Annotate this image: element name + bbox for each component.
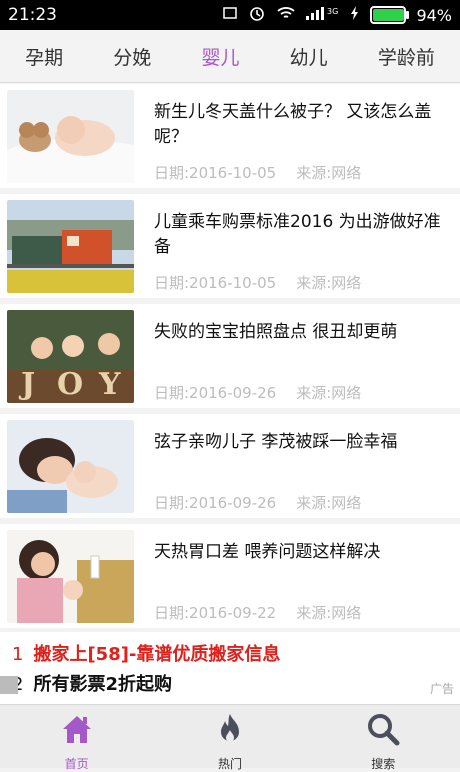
- nav-home[interactable]: 首页: [27, 705, 127, 771]
- nav-search-label: 搜索: [371, 757, 396, 771]
- flame-icon: [212, 711, 248, 751]
- ad-text: 所有影票2折起购: [33, 674, 172, 695]
- article-title: 失败的宝宝拍照盘点 很丑却更萌: [154, 322, 398, 342]
- tab-pregnancy[interactable]: 孕期: [25, 43, 63, 70]
- article-date: 日期:2016-09-22: [154, 604, 277, 622]
- svg-text:Y: Y: [98, 367, 121, 402]
- nav-search[interactable]: 搜索: [333, 705, 433, 771]
- network-type: 3G: [327, 7, 338, 16]
- article-source: 来源:网络: [296, 274, 362, 292]
- bottom-nav: 首页 热门 搜索: [0, 704, 460, 771]
- article-source: 来源:网络: [296, 164, 362, 182]
- charging-icon: [350, 5, 360, 25]
- tab-delivery[interactable]: 分娩: [113, 43, 151, 70]
- article-source: 来源:网络: [296, 494, 362, 512]
- article-list: 新生儿冬天盖什么被子？ 又该怎么盖呢？ 日期:2016-10-05 来源:网络 儿…: [0, 84, 460, 634]
- ad-number: 1: [12, 644, 24, 665]
- no-sim-icon: [222, 5, 238, 25]
- article-title: 新生儿冬天盖什么被子？ 又该怎么盖呢？: [154, 102, 432, 147]
- svg-text:O: O: [57, 367, 83, 402]
- category-tabs: 孕期 分娩 婴儿 幼儿 学龄前: [0, 30, 460, 83]
- article-item[interactable]: 新生儿冬天盖什么被子？ 又该怎么盖呢？ 日期:2016-10-05 来源:网络: [0, 84, 460, 188]
- article-title: 天热胃口差 喂养问题这样解决: [154, 542, 381, 562]
- article-title: 儿童乘车购票标准2016 为出游做好准备: [154, 212, 441, 257]
- tab-preschool[interactable]: 学龄前: [378, 43, 435, 70]
- nav-hot-label: 热门: [217, 757, 242, 771]
- article-item[interactable]: 弦子亲吻儿子 李茂被踩一脸幸福 日期:2016-09-26 来源:网络: [0, 414, 460, 518]
- ad-text: 搬家上[58]-靠谱优质搬家信息: [33, 644, 281, 665]
- article-thumbnail: [7, 530, 134, 623]
- nav-hot[interactable]: 热门: [180, 705, 280, 771]
- status-bar: 21:23 3G 94%: [0, 0, 460, 30]
- article-thumbnail: [7, 200, 134, 293]
- ad-badge-icon: [0, 676, 18, 694]
- battery-percent: 94%: [416, 5, 452, 25]
- article-thumbnail: [7, 90, 134, 183]
- article-thumbnail: [7, 420, 134, 513]
- ad-link[interactable]: 2所有影票2折起购: [12, 670, 172, 696]
- ad-banner: 1 搬家上[58]-靠谱优质搬家信息 2所有影票2折起购 广告: [0, 632, 460, 704]
- article-source: 来源:网络: [296, 384, 362, 402]
- article-date: 日期:2016-10-05: [154, 274, 277, 292]
- article-date: 日期:2016-09-26: [154, 494, 277, 512]
- status-time: 21:23: [8, 5, 57, 25]
- ad-label: 广告: [429, 682, 454, 696]
- article-item[interactable]: J O Y 失败的宝宝拍照盘点 很丑却更萌 日期:2016-09-26 来源:网络: [0, 304, 460, 408]
- article-item[interactable]: 天热胃口差 喂养问题这样解决 日期:2016-09-22 来源:网络: [0, 524, 460, 628]
- tab-infant[interactable]: 婴儿: [201, 43, 239, 70]
- wifi-icon: [276, 5, 296, 25]
- article-item[interactable]: 儿童乘车购票标准2016 为出游做好准备 日期:2016-10-05 来源:网络: [0, 194, 460, 298]
- svg-text:J: J: [18, 367, 35, 402]
- signal-icon: 3G: [306, 5, 340, 25]
- article-source: 来源:网络: [296, 604, 362, 622]
- search-icon: [365, 711, 401, 751]
- article-date: 日期:2016-09-26: [154, 384, 277, 402]
- article-title: 弦子亲吻儿子 李茂被踩一脸幸福: [154, 432, 398, 452]
- alarm-icon: [248, 4, 266, 26]
- home-icon: [59, 711, 95, 751]
- ad-link[interactable]: 1 搬家上[58]-靠谱优质搬家信息: [12, 640, 280, 666]
- article-thumbnail: J O Y: [7, 310, 134, 403]
- article-date: 日期:2016-10-05: [154, 164, 277, 182]
- battery-icon: [370, 6, 410, 24]
- nav-home-label: 首页: [64, 757, 89, 771]
- tab-toddler[interactable]: 幼儿: [290, 43, 328, 70]
